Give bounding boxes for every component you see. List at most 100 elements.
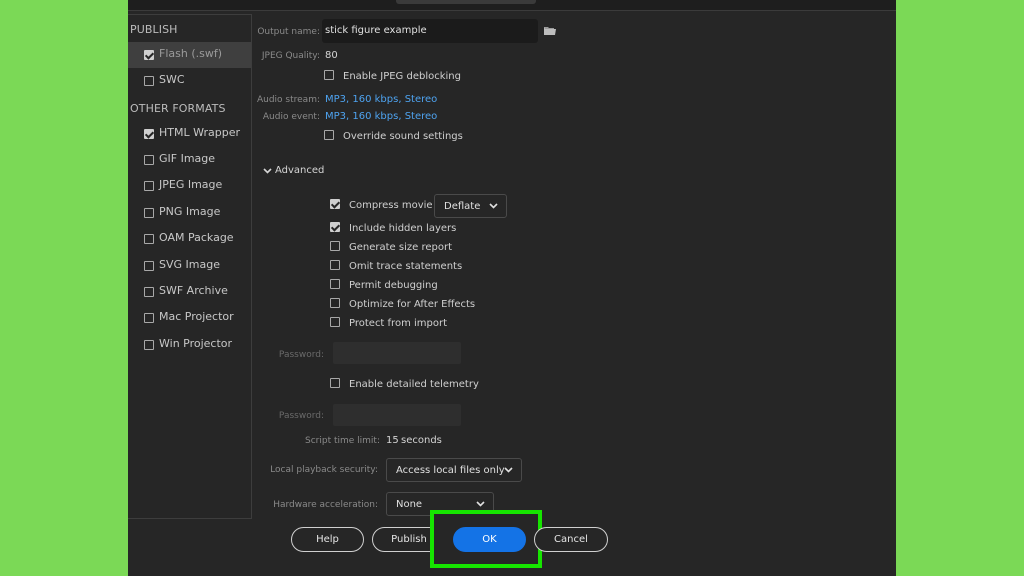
omit-trace-option[interactable]: Omit trace statements — [330, 260, 463, 272]
sidebar-item-swc[interactable]: SWC — [128, 68, 251, 94]
checkbox-swc[interactable] — [144, 76, 154, 86]
jpeg-quality-value[interactable]: 80 — [325, 50, 338, 61]
top-field-edge — [396, 0, 536, 4]
cancel-button[interactable]: Cancel — [534, 527, 608, 552]
checkbox-jpeg[interactable] — [144, 181, 154, 191]
checkbox-win-projector[interactable] — [144, 340, 154, 350]
sidebar-item-label: Flash (.swf) — [159, 47, 223, 60]
sidebar-item-label: OAM Package — [159, 231, 234, 244]
hw-accel-label: Hardware acceleration: — [273, 500, 378, 510]
override-sound-label: Override sound settings — [343, 131, 463, 142]
jpeg-deblocking-label: Enable JPEG deblocking — [343, 71, 461, 82]
sidebar-item-label: SVG Image — [159, 258, 220, 271]
protect-from-import-option[interactable]: Protect from import — [330, 317, 448, 329]
password2-input[interactable] — [333, 404, 461, 426]
option-label: Protect from import — [349, 318, 448, 329]
checkbox-override-sound[interactable] — [324, 130, 334, 140]
local-playback-value: Access local files only — [396, 465, 505, 476]
password-label: Password: — [278, 350, 324, 360]
sidebar-item-html-wrapper[interactable]: HTML Wrapper — [128, 121, 251, 147]
chevron-down-icon — [489, 203, 498, 209]
sidebar-item-svg[interactable]: SVG Image — [128, 253, 251, 279]
checkbox-mac-projector[interactable] — [144, 313, 154, 323]
option-label: Permit debugging — [349, 280, 438, 291]
sidebar-item-gif[interactable]: GIF Image — [128, 147, 251, 173]
local-playback-label: Local playback security: — [270, 465, 378, 475]
checkbox-omit-trace[interactable] — [330, 260, 340, 270]
sidebar-item-oam[interactable]: OAM Package — [128, 226, 251, 252]
local-playback-dropdown[interactable]: Access local files only — [386, 458, 522, 482]
checkbox-permit-debugging[interactable] — [330, 279, 340, 289]
sidebar-item-label: GIF Image — [159, 152, 216, 165]
checkbox-svg[interactable] — [144, 261, 154, 271]
script-time-label: Script time limit: — [305, 436, 380, 446]
compress-movie-label: Compress movie — [349, 200, 433, 211]
publish-section-header: PUBLISH — [130, 23, 178, 36]
option-label: Omit trace statements — [349, 261, 463, 272]
checkbox-compress-movie[interactable] — [330, 199, 340, 209]
sidebar-item-jpeg[interactable]: JPEG Image — [128, 173, 251, 199]
script-time-unit: seconds — [401, 435, 442, 446]
sidebar-item-flash[interactable]: Flash (.swf) — [128, 42, 251, 68]
other-formats-header: OTHER FORMATS — [130, 102, 226, 115]
sidebar-item-label: Win Projector — [159, 337, 233, 350]
password-input[interactable] — [333, 342, 461, 364]
detailed-telemetry-option[interactable]: Enable detailed telemetry — [330, 378, 479, 390]
checkbox-jpeg-deblocking[interactable] — [324, 70, 334, 80]
password2-label: Password: — [278, 411, 324, 421]
help-button[interactable]: Help — [291, 527, 364, 552]
format-sidebar: PUBLISH Flash (.swf) SWC OTHER FORMATS H… — [128, 14, 252, 519]
sidebar-item-label: HTML Wrapper — [159, 126, 241, 139]
sidebar-item-label: SWF Archive — [159, 284, 228, 297]
jpeg-quality-label: JPEG Quality: — [261, 51, 320, 61]
folder-icon[interactable] — [544, 26, 556, 35]
sidebar-item-label: SWC — [159, 73, 185, 86]
advanced-toggle[interactable]: Advanced — [263, 165, 324, 176]
generate-size-report-option[interactable]: Generate size report — [330, 241, 452, 253]
hw-accel-value: None — [396, 499, 423, 510]
option-label: Include hidden layers — [349, 223, 457, 234]
checkbox-oam[interactable] — [144, 234, 154, 244]
include-hidden-layers-option[interactable]: Include hidden layers — [330, 222, 457, 234]
compress-dropdown-value: Deflate — [444, 201, 481, 212]
optimize-after-effects-option[interactable]: Optimize for After Effects — [330, 298, 476, 310]
compress-dropdown[interactable]: Deflate — [434, 194, 507, 218]
checkbox-gif[interactable] — [144, 155, 154, 165]
audio-stream-link[interactable]: MP3, 160 kbps, Stereo — [325, 94, 437, 105]
publish-settings-dialog: PUBLISH Flash (.swf) SWC OTHER FORMATS H… — [128, 0, 896, 576]
permit-debugging-option[interactable]: Permit debugging — [330, 279, 438, 291]
script-time-value[interactable]: 15 — [386, 435, 399, 446]
chevron-down-icon — [263, 167, 272, 174]
jpeg-deblocking-option[interactable]: Enable JPEG deblocking — [324, 70, 461, 82]
output-name-input[interactable]: stick figure example — [322, 19, 538, 43]
checkbox-protect-from-import[interactable] — [330, 317, 340, 327]
checkbox-detailed-telemetry[interactable] — [330, 378, 340, 388]
chevron-down-icon — [504, 467, 513, 473]
checkbox-flash[interactable] — [144, 50, 154, 60]
audio-event-label: Audio event: — [262, 112, 320, 122]
sidebar-item-png[interactable]: PNG Image — [128, 200, 251, 226]
sidebar-item-label: JPEG Image — [159, 178, 223, 191]
audio-stream-label: Audio stream: — [256, 95, 320, 105]
checkbox-swf-archive[interactable] — [144, 287, 154, 297]
checkbox-html-wrapper[interactable] — [144, 129, 154, 139]
output-name-label: Output name: — [257, 27, 320, 37]
option-label: Generate size report — [349, 242, 452, 253]
checkbox-optimize-after-effects[interactable] — [330, 298, 340, 308]
option-label: Optimize for After Effects — [349, 299, 476, 310]
sidebar-item-win-projector[interactable]: Win Projector — [128, 332, 251, 358]
checkbox-png[interactable] — [144, 208, 154, 218]
sidebar-item-swf-archive[interactable]: SWF Archive — [128, 279, 251, 305]
ok-button[interactable]: OK — [453, 527, 526, 552]
chevron-down-icon — [476, 501, 485, 507]
audio-event-link[interactable]: MP3, 160 kbps, Stereo — [325, 111, 437, 122]
telemetry-label: Enable detailed telemetry — [349, 379, 479, 390]
override-sound-option[interactable]: Override sound settings — [324, 130, 463, 142]
sidebar-item-label: Mac Projector — [159, 310, 234, 323]
checkbox-generate-size-report[interactable] — [330, 241, 340, 251]
sidebar-item-label: PNG Image — [159, 205, 221, 218]
compress-movie-option[interactable]: Compress movie — [330, 199, 433, 211]
sidebar-item-mac-projector[interactable]: Mac Projector — [128, 305, 251, 331]
checkbox-include-hidden-layers[interactable] — [330, 222, 340, 232]
advanced-label: Advanced — [275, 165, 325, 176]
